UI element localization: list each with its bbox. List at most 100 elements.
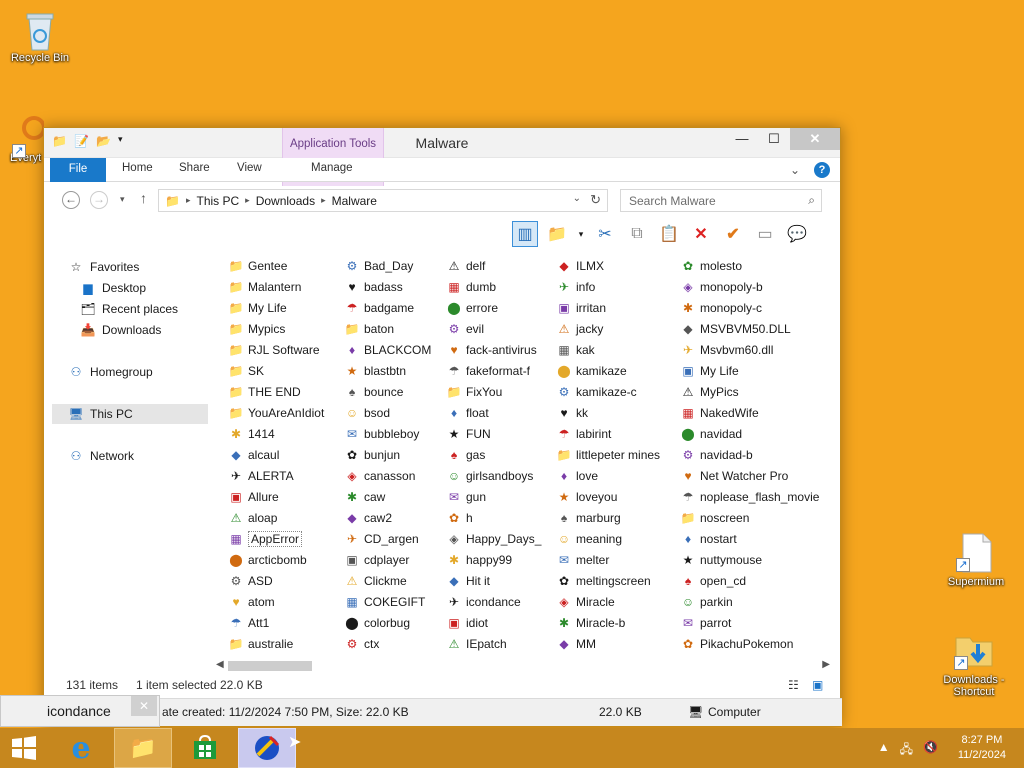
large-icons-view-icon[interactable]: ▣ xyxy=(812,678,823,692)
file-item[interactable]: ▣ My Life xyxy=(680,361,738,381)
file-item[interactable]: ♥ kk xyxy=(556,403,588,423)
file-item[interactable]: ♥ Net Watcher Pro xyxy=(680,466,788,486)
file-item[interactable]: ⬤ errore xyxy=(446,298,498,318)
file-item[interactable]: ▦ NakedWife xyxy=(680,403,758,423)
delete-icon[interactable]: ✕ xyxy=(688,221,714,247)
network-tray-icon[interactable]: 🖧 xyxy=(900,740,913,761)
file-item[interactable]: ♦ float xyxy=(446,403,489,423)
file-item[interactable]: ☂ fakeformat-f xyxy=(446,361,530,381)
tab-file[interactable]: File xyxy=(50,158,106,182)
file-item[interactable]: ☂ Att1 xyxy=(228,613,270,633)
file-item[interactable]: ▦ kak xyxy=(556,340,594,360)
tab-home[interactable]: Home xyxy=(122,162,153,174)
taskbar-file-explorer[interactable]: 📁 xyxy=(114,728,172,768)
file-item[interactable]: 📁 YouAreAnIdiot xyxy=(228,403,325,423)
file-item[interactable]: ★ blastbtn xyxy=(344,361,406,381)
check-folder-icon[interactable]: 📁 xyxy=(544,221,570,247)
paste-icon[interactable]: 📋 xyxy=(656,221,682,247)
file-item[interactable]: ★ loveyou xyxy=(556,487,618,507)
file-item[interactable]: ✱ monopoly-c xyxy=(680,298,762,318)
file-item[interactable]: 📁 RJL Software xyxy=(228,340,320,360)
file-item[interactable]: ◆ caw2 xyxy=(344,508,392,528)
file-item[interactable]: ◆ alcaul xyxy=(228,445,279,465)
file-item[interactable]: ✈ CD_argen xyxy=(344,529,419,549)
file-item[interactable]: ✈ info xyxy=(556,277,595,297)
expand-ribbon-icon[interactable]: ⌄ xyxy=(790,163,800,177)
file-item[interactable]: ▦ dumb xyxy=(446,277,496,297)
file-item[interactable]: ⚙ ASD xyxy=(228,571,273,591)
copy-icon[interactable]: ⧉ xyxy=(624,221,650,247)
desktop-icon-recycle-bin[interactable]: Recycle Bin xyxy=(0,8,80,64)
start-button[interactable] xyxy=(0,728,48,768)
tab-share[interactable]: Share xyxy=(179,162,210,174)
breadcrumb-downloads[interactable]: Downloads xyxy=(256,194,315,208)
file-item[interactable]: ⬤ kamikaze xyxy=(556,361,626,381)
scrollbar-thumb[interactable] xyxy=(228,661,312,671)
file-item[interactable]: ☂ noplease_flash_movie xyxy=(680,487,820,507)
file-item[interactable]: ⚠ delf xyxy=(446,256,486,276)
file-item[interactable]: ♠ open_cd xyxy=(680,571,746,591)
file-item[interactable]: ✈ icondance xyxy=(446,592,521,612)
file-item[interactable]: ◈ Happy_Days_ xyxy=(446,529,541,549)
file-item[interactable]: ✿ PikachuPokemon xyxy=(680,634,793,654)
file-item[interactable]: ◆ MM xyxy=(556,634,596,654)
file-item[interactable]: ♥ badass xyxy=(344,277,402,297)
file-item[interactable]: 📁 noscreen xyxy=(680,508,750,528)
breadcrumb-this-pc[interactable]: This PC xyxy=(196,194,239,208)
minimize-button[interactable]: — xyxy=(726,128,758,150)
file-item[interactable]: 📁 FixYou xyxy=(446,382,503,402)
show-hidden-icons[interactable]: ▲ xyxy=(878,740,890,761)
file-item[interactable]: ♠ bounce xyxy=(344,382,404,402)
desktop-icon-supermium[interactable]: ↗ Supermium xyxy=(936,532,1016,588)
maximize-button[interactable]: ☐ xyxy=(758,128,790,150)
recent-locations-icon[interactable]: ▾ xyxy=(120,194,125,205)
file-item[interactable]: ⚙ kamikaze-c xyxy=(556,382,637,402)
preview-pane-icon[interactable]: ▥ xyxy=(512,221,538,247)
file-item[interactable]: ♦ BLACKCOM xyxy=(344,340,431,360)
file-item[interactable]: ⬤ colorbug xyxy=(344,613,410,633)
nav-favorites[interactable]: ☆ Favorites xyxy=(68,260,140,274)
file-item[interactable]: ⬤ navidad xyxy=(680,424,742,444)
close-button[interactable]: ✕ xyxy=(790,128,840,150)
volume-muted-icon[interactable]: 🔇 xyxy=(923,740,938,761)
nav-homegroup[interactable]: ⚇ Homegroup xyxy=(68,365,153,379)
tab-manage[interactable]: Manage xyxy=(311,162,353,174)
taskbar-internet-explorer[interactable]: e xyxy=(52,728,110,768)
horizontal-scrollbar[interactable]: ◀ ▶ xyxy=(214,658,832,674)
file-item[interactable]: ✿ molesto xyxy=(680,256,742,276)
file-item[interactable]: ⚠ jacky xyxy=(556,319,604,339)
file-item[interactable]: ⚠ MyPics xyxy=(680,382,739,402)
refresh-icon[interactable]: ↻ xyxy=(590,192,601,208)
file-item[interactable]: ☂ badgame xyxy=(344,298,414,318)
file-item[interactable]: ⚠ Clickme xyxy=(344,571,407,591)
file-item[interactable]: ◈ canasson xyxy=(344,466,415,486)
file-item[interactable]: 📁 littlepeter mines xyxy=(556,445,661,465)
file-item[interactable]: ◈ Miracle xyxy=(556,592,614,612)
scroll-right-icon[interactable]: ▶ xyxy=(822,659,830,670)
file-item[interactable]: ◆ MSVBVM50.DLL xyxy=(680,319,790,339)
file-item[interactable]: ✱ Miracle-b xyxy=(556,613,625,633)
nav-downloads[interactable]: 📥 Downloads xyxy=(80,323,162,337)
breadcrumb-malware[interactable]: Malware xyxy=(332,194,377,208)
cut-icon[interactable]: ✂ xyxy=(592,221,618,247)
file-item[interactable]: ▣ cdplayer xyxy=(344,550,409,570)
file-item[interactable]: ♠ gas xyxy=(446,445,486,465)
search-input[interactable]: Search Malware ⌕ xyxy=(620,189,822,212)
file-item[interactable]: 📁 baton xyxy=(344,319,395,339)
file-item[interactable]: ☺ bsod xyxy=(344,403,390,423)
file-item[interactable]: ★ FUN xyxy=(446,424,491,444)
forward-button[interactable]: → xyxy=(90,191,108,209)
back-button[interactable]: ← xyxy=(62,191,80,209)
chevron-down-icon[interactable]: ▾ xyxy=(576,221,586,247)
up-button[interactable]: ↑ xyxy=(140,190,147,206)
file-item[interactable]: ◈ monopoly-b xyxy=(680,277,762,297)
file-item[interactable]: ♥ fack-antivirus xyxy=(446,340,536,360)
file-item[interactable]: 📁 SK xyxy=(228,361,265,381)
file-item[interactable]: ▦ AppError xyxy=(228,529,303,549)
file-item[interactable]: ▣ irritan xyxy=(556,298,606,318)
file-item[interactable]: ☺ parkin xyxy=(680,592,733,612)
file-item[interactable]: ▣ Allure xyxy=(228,487,278,507)
tab-view[interactable]: View xyxy=(237,162,262,174)
file-item[interactable]: ◆ ILMX xyxy=(556,256,604,276)
file-item[interactable]: ✈ ALERTA xyxy=(228,466,294,486)
